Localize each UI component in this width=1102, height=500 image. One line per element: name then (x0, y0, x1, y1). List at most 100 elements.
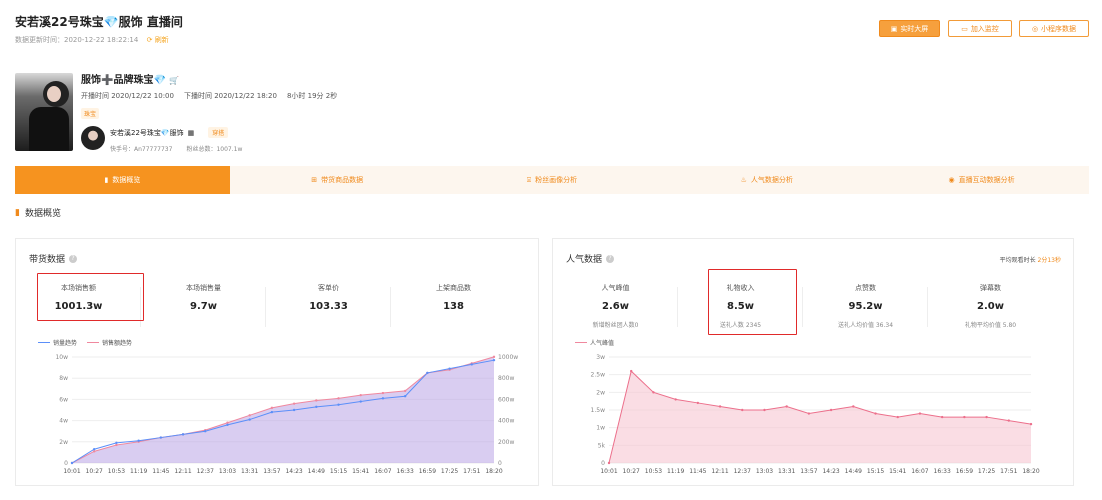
sales-amount-point (359, 393, 362, 397)
x-tick-label: 10:53 (645, 468, 662, 475)
popularity-point (874, 412, 877, 415)
sales-amount-point (270, 406, 274, 410)
x-tick-label: 11:45 (689, 468, 706, 475)
sales-volume-point (426, 371, 429, 375)
sales-volume-point (248, 418, 251, 421)
tab-popularity[interactable]: ♨ 人气数据分析 (659, 166, 874, 194)
realtime-screen-label: 实时大屏 (900, 24, 929, 33)
highlight-box (708, 269, 797, 335)
popularity-point (940, 415, 944, 419)
x-tick-label: 13:03 (756, 468, 773, 475)
room-name-text: 服饰➕品牌珠宝💎 (81, 75, 166, 86)
kuaishou-id: 快手号：An77777737 (110, 146, 173, 153)
page-title: 安若溪22号珠宝💎服饰 直播间 (15, 15, 183, 29)
help-icon[interactable]: ? (69, 254, 78, 263)
highlight-box (37, 273, 144, 321)
realtime-screen-button[interactable]: ▣ 实时大屏 (879, 20, 940, 37)
popularity-title-text: 人气数据 (566, 255, 603, 265)
room-name: 服饰➕品牌珠宝💎 🛒 (81, 71, 179, 86)
help-icon[interactable]: ? (606, 254, 615, 263)
interaction-icon: ◉ (948, 176, 955, 184)
sales-volume-point (470, 363, 473, 366)
metric-label: 上架商品数 (436, 284, 471, 292)
sales-amount-point (248, 414, 251, 417)
y-right-tick-label: 600w (498, 396, 514, 403)
tab-popularity-label: 人气数据分析 (750, 176, 793, 184)
anchor-info: 安若溪22号珠宝💎服饰 ▦ 穿搭 (110, 127, 229, 138)
metric-value: 103.33 (309, 301, 348, 312)
popularity-panel: 人气数据 ? 平均观看时长 2分13秒 人气峰值 2.6w 新增粉丝团人数0 礼… (552, 238, 1074, 486)
popularity-point (852, 405, 855, 408)
tab-interaction-label: 直播互动数据分析 (958, 176, 1015, 184)
start-time: 开播时间 2020/12/22 10:00 (81, 92, 174, 100)
sales-amount-point (315, 399, 318, 402)
x-tick-label: 11:19 (667, 468, 684, 475)
y-right-tick-label: 800w (498, 375, 514, 382)
cart-icon: 🛒 (169, 76, 180, 85)
y-tick-label: 2w (59, 439, 68, 446)
refresh-button[interactable]: ⟳ 刷新 (147, 36, 169, 44)
sales-volume-point (492, 358, 496, 362)
tab-goods-label: 带货商品数据 (321, 176, 364, 184)
metric-unit-price: 客单价 103.33 (266, 283, 391, 327)
popularity-point (1007, 419, 1010, 422)
sales-volume-point (315, 405, 318, 409)
y-tick-label: 0 (64, 460, 68, 467)
update-time-text: 数据更新时间：2020-12-22 18:22:14 (15, 36, 139, 44)
metric-value: 95.2w (848, 301, 883, 312)
popularity-point (696, 401, 700, 405)
x-tick-label: 16:59 (956, 468, 973, 475)
duration: 8小时 19分 2秒 (286, 92, 338, 100)
legend-volume[interactable]: 销量趋势 (38, 338, 77, 347)
metric-goods-count: 上架商品数 138 (391, 283, 516, 312)
metric-label: 客单价 (318, 284, 339, 292)
anchor-avatar[interactable] (81, 126, 105, 150)
qr-code-icon[interactable]: ▦ (188, 129, 195, 137)
x-tick-label: 11:45 (152, 468, 169, 475)
portrait-icon: ⌻ (526, 175, 532, 184)
end-time: 下播时间 2020/12/22 18:20 (183, 92, 277, 100)
monitor-icon: ▭ (961, 24, 968, 33)
metric-value: 2.6w (602, 301, 629, 312)
sales-amount-point (492, 355, 496, 359)
sales-volume-point (115, 441, 118, 445)
popularity-legend: 人气峰值 (575, 338, 614, 347)
x-tick-label: 12:11 (174, 468, 191, 475)
x-tick-label: 16:07 (374, 468, 391, 475)
tab-interaction[interactable]: ◉ 直播互动数据分析 (874, 166, 1089, 194)
tab-goods[interactable]: ⊞ 带货商品数据 (230, 166, 445, 194)
legend-peak-label: 人气峰值 (590, 340, 615, 347)
y-tick-label: 1.5w (591, 407, 606, 414)
update-time: 数据更新时间：2020-12-22 18:22:14 ⟳ 刷新 (15, 35, 169, 45)
y-right-tick-label: 0 (498, 460, 502, 467)
metric-likes: 点赞数 95.2w 送礼人均价值 36.34 (803, 283, 928, 329)
metric-sales-volume: 本场销售量 9.7w (141, 283, 266, 327)
x-tick-label: 16:33 (934, 468, 951, 475)
miniprogram-data-button[interactable]: ◎ 小程序数据 (1019, 20, 1089, 37)
x-tick-label: 14:23 (822, 468, 839, 475)
legend-amount-label: 销售额趋势 (102, 340, 133, 347)
tab-overview-label: 数据概览 (112, 176, 141, 184)
legend-peak[interactable]: 人气峰值 (575, 338, 614, 347)
sales-volume-point (381, 397, 385, 400)
sales-panel: 带货数据 ? 本场销售额 1001.3w 本场销售量 9.7w 客单价 103.… (15, 238, 539, 486)
legend-amount[interactable]: 销售额趋势 (87, 338, 132, 347)
room-tag: 珠宝 (81, 108, 100, 119)
x-tick-label: 13:31 (778, 468, 795, 475)
tab-overview[interactable]: ▮ 数据概览 (15, 166, 230, 194)
live-room-page: 安若溪22号珠宝💎服饰 直播间 数据更新时间：2020-12-22 18:22:… (0, 0, 1102, 500)
popularity-point (918, 412, 922, 415)
x-tick-label: 14:49 (308, 468, 325, 475)
y-right-tick-label: 400w (498, 418, 514, 425)
tab-fans[interactable]: ⌻ 粉丝画像分析 (445, 166, 660, 194)
time-row: 开播时间 2020/12/22 10:00 下播时间 2020/12/22 18… (81, 91, 337, 101)
x-tick-label: 12:37 (734, 468, 751, 475)
x-tick-label: 10:53 (108, 468, 125, 475)
y-right-tick-label: 1000w (498, 354, 518, 361)
add-monitor-button[interactable]: ▭ 加入监控 (948, 20, 1012, 37)
y-tick-label: 1w (596, 425, 605, 432)
x-tick-label: 17:25 (978, 468, 995, 475)
popularity-trend-chart: 0 5k 1w 1.5w 2w 2.5w 3w 10:01 10:27 10:53 11:19 11:… (591, 354, 1040, 475)
anchor-name[interactable]: 安若溪22号珠宝💎服饰 (110, 128, 184, 138)
basket-icon: ⊞ (311, 176, 318, 184)
